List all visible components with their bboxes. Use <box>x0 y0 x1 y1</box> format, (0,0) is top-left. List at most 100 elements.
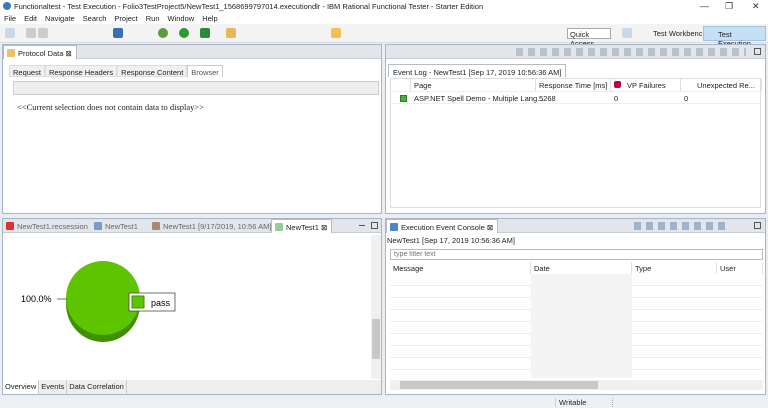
column-page[interactable]: Page <box>411 79 536 91</box>
report-panel: NewTest1.recsession NewTest1 NewTest1 [9… <box>2 218 382 395</box>
back-icon[interactable] <box>331 28 341 38</box>
panel-header: Protocol Data ⊠ <box>3 45 381 59</box>
panel-header: Execution Event Console ⊠ <box>386 219 765 233</box>
maximize-icon[interactable] <box>754 48 761 55</box>
event-log-toolbar-icons <box>516 48 746 56</box>
tab-data-correlation[interactable]: Data Correlation <box>67 380 127 394</box>
scrollbar-thumb[interactable] <box>400 381 598 389</box>
column-vp-failures[interactable]: VP Failures <box>611 79 681 91</box>
open-perspective-icon[interactable] <box>622 28 632 38</box>
title-bar: Functionaltest - Test Execution - Folio3… <box>0 0 768 12</box>
maximize-icon[interactable] <box>371 222 378 229</box>
tab-label: Event Log - NewTest1 [Sep 17, 2019 10:56… <box>393 68 562 77</box>
tab-label: NewTest1 <box>286 223 319 232</box>
column-unexpected[interactable]: Unexpected Re... <box>681 79 762 91</box>
event-log-table: Page Response Time [ms] VP Failures Unex… <box>390 78 762 208</box>
close-button[interactable]: ✕ <box>752 1 760 12</box>
report-icon <box>152 222 160 230</box>
console-subtitle: NewTest1 [Sep 17, 2019 10:56:36 AM] <box>387 236 516 245</box>
minimize-icon[interactable] <box>359 225 365 226</box>
window-title: Functionaltest - Test Execution - Folio3… <box>14 2 484 11</box>
sorted-column-shade <box>531 274 632 378</box>
save-all-icon[interactable] <box>38 28 48 38</box>
protocol-subtabs: Request Response Headers Response Conten… <box>9 65 223 77</box>
pie-chart: 100.0% pass <box>21 261 176 342</box>
run-icon[interactable] <box>179 28 189 38</box>
subtab-browser[interactable]: Browser <box>187 65 223 77</box>
legend-label-pass: pass <box>151 298 171 308</box>
horizontal-scrollbar[interactable] <box>390 380 763 390</box>
protocol-icon <box>7 49 15 57</box>
tab-label: Protocol Data <box>18 49 64 58</box>
document-icon <box>275 223 283 231</box>
menu-run[interactable]: Run <box>146 14 160 23</box>
scrollbar-thumb[interactable] <box>372 319 380 359</box>
tab-events[interactable]: Events <box>39 380 68 394</box>
test-icon <box>94 222 102 230</box>
subtab-response-headers[interactable]: Response Headers <box>44 65 118 77</box>
report-bottom-tabs: Overview Events Data Correlation <box>3 380 381 394</box>
tab-label: NewTest1.recsession <box>17 222 88 231</box>
column-date[interactable]: Date <box>531 262 632 274</box>
table-row[interactable]: ASP.NET Spell Demo - Multiple Lang... 52… <box>391 91 760 104</box>
pass-status-icon <box>400 95 407 102</box>
menu-project[interactable]: Project <box>114 14 137 23</box>
status-bar: Writable <box>0 397 768 408</box>
tab-overview[interactable]: Overview <box>3 380 40 394</box>
main-toolbar: Quick Access Test Workbench Test Executi… <box>0 24 768 48</box>
minimize-button[interactable]: — <box>700 1 709 11</box>
tab-newtest1-report[interactable]: NewTest1 [9/17/2019, 10:56 AM] <box>149 219 275 233</box>
column-message[interactable]: Message <box>390 262 531 274</box>
menu-edit[interactable]: Edit <box>24 14 37 23</box>
menu-navigate[interactable]: Navigate <box>45 14 75 23</box>
save-icon[interactable] <box>26 28 36 38</box>
vp-icon <box>614 81 621 88</box>
protocol-data-panel: Protocol Data ⊠ Request Response Headers… <box>2 44 382 214</box>
monitor-icon[interactable] <box>113 28 123 38</box>
menu-help[interactable]: Help <box>202 14 217 23</box>
browser-address-bar[interactable] <box>13 81 379 95</box>
menu-file[interactable]: File <box>4 14 16 23</box>
pie-data-label: 100.0% <box>21 294 52 304</box>
record-icon[interactable] <box>200 28 210 38</box>
status-writable: Writable <box>555 398 613 407</box>
event-log-panel: Event Log - NewTest1 [Sep 17, 2019 10:56… <box>385 44 766 214</box>
restore-button[interactable]: ❐ <box>725 1 733 12</box>
tab-newtest1-script[interactable]: NewTest1 <box>91 219 142 233</box>
pencil-icon[interactable] <box>226 28 236 38</box>
cell-vp-failures: 0 <box>614 94 619 103</box>
column-response-time[interactable]: Response Time [ms] <box>536 79 611 91</box>
column-user[interactable]: User <box>717 262 763 274</box>
new-icon[interactable] <box>5 28 15 38</box>
maximize-icon[interactable] <box>754 222 761 229</box>
cell-page: ASP.NET Spell Demo - Multiple Lang... <box>414 94 544 103</box>
execution-event-console-panel: Execution Event Console ⊠ NewTest1 [Sep … <box>385 218 766 395</box>
tab-newtest1-active[interactable]: NewTest1 ⊠ <box>271 219 333 233</box>
cell-response-time: 5268 <box>539 94 556 103</box>
menu-window[interactable]: Window <box>168 14 195 23</box>
perspective-test-workbench[interactable]: Test Workbench <box>641 27 710 40</box>
tab-label: NewTest1 <box>105 222 138 231</box>
column-status[interactable] <box>391 79 411 91</box>
column-label: Unexpected Re... <box>697 81 755 90</box>
app-icon <box>3 2 11 10</box>
tab-protocol-data[interactable]: Protocol Data ⊠ <box>3 45 77 59</box>
tab-label: Execution Event Console <box>401 223 485 232</box>
perspective-test-execution[interactable]: Test Execution <box>703 26 766 48</box>
legend-swatch-pass <box>131 295 145 309</box>
console-icon <box>390 223 398 231</box>
tab-event-log[interactable]: Event Log - NewTest1 [Sep 17, 2019 10:56… <box>388 64 567 77</box>
subtab-request[interactable]: Request <box>9 65 45 77</box>
menu-search[interactable]: Search <box>83 14 107 23</box>
no-data-message: <<Current selection does not contain dat… <box>17 102 205 112</box>
debug-icon[interactable] <box>158 28 168 38</box>
console-toolbar-icons <box>634 222 729 230</box>
vertical-scrollbar[interactable] <box>371 235 381 379</box>
tab-execution-event-console[interactable]: Execution Event Console ⊠ <box>386 219 499 233</box>
tab-recsession[interactable]: NewTest1.recsession <box>3 219 92 233</box>
subtab-response-content[interactable]: Response Content <box>117 65 188 77</box>
column-type[interactable]: Type <box>632 262 717 274</box>
filter-input[interactable] <box>390 249 763 260</box>
console-table: Message Date Type User <box>390 262 763 378</box>
quick-access-input[interactable]: Quick Access <box>567 28 611 48</box>
